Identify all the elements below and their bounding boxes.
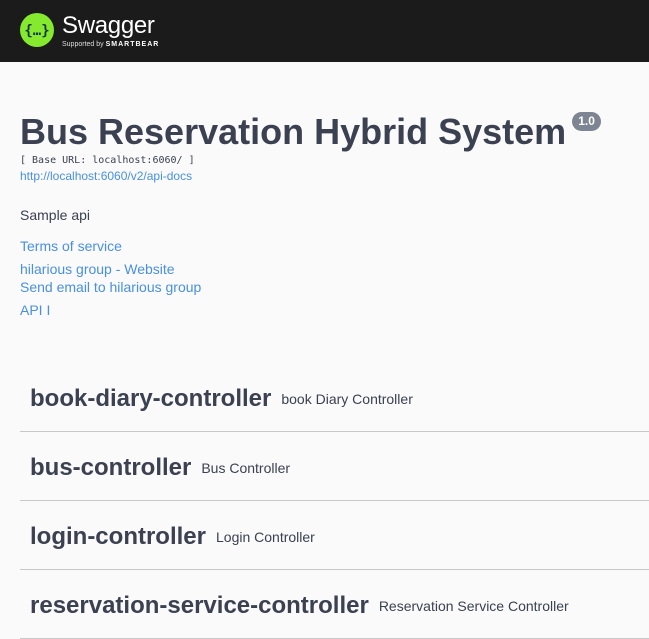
api-info: Bus Reservation Hybrid System 1.0 [ Base… — [20, 110, 640, 319]
terms-of-service-link[interactable]: Terms of service — [20, 237, 640, 255]
version-badge: 1.0 — [572, 112, 601, 131]
tag-bus-controller[interactable]: bus-controller Bus Controller — [20, 432, 649, 501]
tag-login-controller[interactable]: login-controller Login Controller — [20, 501, 649, 570]
tag-description: Reservation Service Controller — [378, 598, 569, 614]
tag-description: book Diary Controller — [281, 391, 413, 407]
tag-description: Login Controller — [216, 529, 315, 545]
tag-name: login-controller — [30, 523, 206, 550]
contact-website-link[interactable]: hilarious group - Website — [20, 260, 640, 278]
tag-name: reservation-service-controller — [30, 592, 369, 619]
tag-name: bus-controller — [30, 454, 192, 481]
license-link[interactable]: API I — [20, 301, 640, 319]
contact-email-link[interactable]: Send email to hilarious group — [20, 278, 640, 296]
svg-text:{…}: {…} — [24, 23, 49, 39]
api-description: Sample api — [20, 207, 91, 223]
logo-subtitle-prefix: Supported by — [62, 41, 104, 48]
title-row: Bus Reservation Hybrid System 1.0 — [20, 110, 640, 154]
tag-name: book-diary-controller — [30, 385, 272, 412]
api-docs-link[interactable]: http://localhost:6060/v2/api-docs — [20, 168, 640, 184]
tag-list: book-diary-controller book Diary Control… — [20, 363, 649, 639]
logo-text[interactable]: Swagger Supported by SMARTBEAR — [62, 13, 159, 49]
tag-book-diary-controller[interactable]: book-diary-controller book Diary Control… — [20, 363, 649, 432]
tag-description: Bus Controller — [201, 460, 291, 476]
swagger-logo-icon[interactable]: {…} — [20, 13, 54, 47]
tag-reservation-service-controller[interactable]: reservation-service-controller Reservati… — [20, 570, 649, 639]
page-title: Bus Reservation Hybrid System — [20, 111, 567, 152]
topbar: {…} Swagger Supported by SMARTBEAR — [0, 0, 649, 62]
logo-title: Swagger — [62, 12, 155, 39]
braces-icon: {…} — [24, 23, 49, 39]
logo-subtitle: Supported by SMARTBEAR — [62, 40, 159, 49]
logo-subtitle-brand: SMARTBEAR — [105, 41, 160, 48]
base-url: [ Base URL: localhost:6060/ ] — [20, 155, 195, 166]
